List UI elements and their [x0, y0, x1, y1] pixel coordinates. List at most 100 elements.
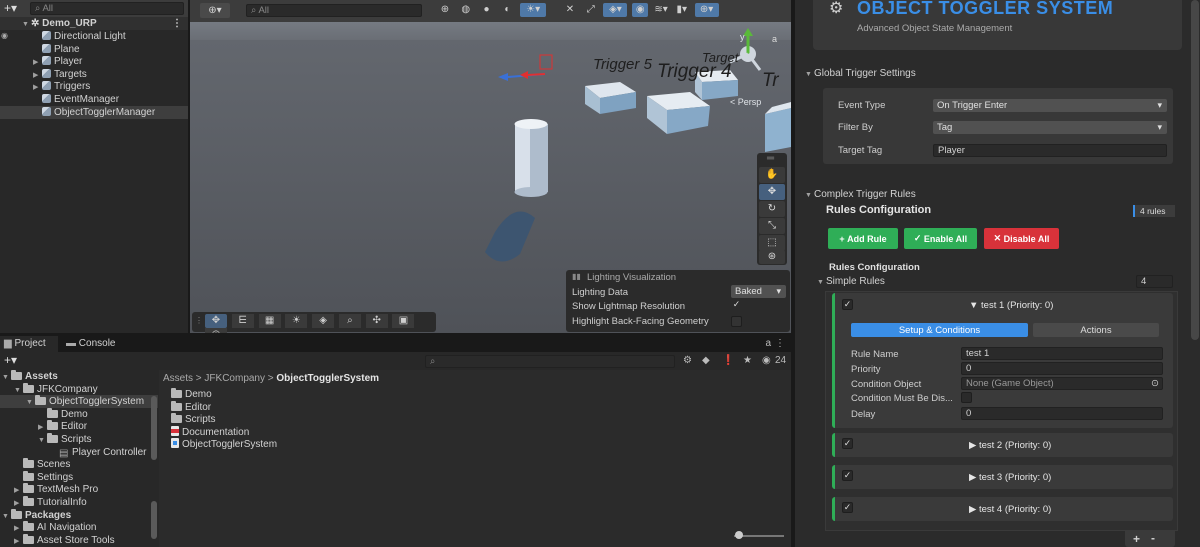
file-item[interactable]: Demo: [171, 388, 371, 401]
rule-1-enabled-checkbox[interactable]: ✓: [842, 299, 853, 310]
scene-search-input[interactable]: ⌕ All: [246, 4, 422, 17]
rule-name-field[interactable]: test 1: [961, 347, 1163, 360]
target-tag-field[interactable]: Player: [933, 144, 1167, 157]
file-item[interactable]: Documentation: [171, 425, 371, 439]
camera-icon[interactable]: ▮▾: [674, 3, 690, 17]
lighting-icon[interactable]: ☀▾: [520, 3, 547, 17]
filter-icon[interactable]: ⚙: [683, 355, 692, 366]
visibility-icon[interactable]: ◉: [1, 31, 8, 40]
filter-by-dropdown[interactable]: Tag: [933, 121, 1167, 134]
hierarchy-search-input[interactable]: ⌕ All: [30, 2, 184, 15]
overlay-grip-icon[interactable]: ═: [767, 153, 774, 164]
rule-4-enabled-checkbox[interactable]: ✓: [842, 502, 853, 513]
audio-icon[interactable]: ⤢: [583, 3, 599, 17]
priority-field[interactable]: 0: [961, 362, 1163, 375]
object-picker-icon[interactable]: ⊙: [1151, 378, 1159, 389]
tab-actions[interactable]: Actions: [1033, 323, 1159, 337]
foldout-arrow-icon[interactable]: ▼: [805, 192, 814, 199]
label-icon[interactable]: ◆: [702, 355, 710, 366]
project-search-input[interactable]: ⌕: [425, 355, 675, 368]
breadcrumb-item[interactable]: Assets: [163, 373, 193, 384]
breadcrumb-item[interactable]: JFKCompany: [204, 373, 265, 384]
gizmo-2d-icon[interactable]: ✕: [562, 3, 578, 17]
project-tree-item[interactable]: ▶ TutorialInfo: [0, 496, 158, 509]
scene-row[interactable]: ▼ ✲ Demo_URP ⋮: [0, 17, 188, 30]
add-icon[interactable]: +▾: [4, 353, 17, 367]
zoom-slider-handle[interactable]: [735, 531, 743, 539]
rule-2-box[interactable]: ✓ ▶ test 2 (Priority: 0): [832, 433, 1173, 457]
kebab-menu-icon[interactable]: ⋮: [775, 338, 785, 349]
rotate-tool-icon[interactable]: ↻: [759, 201, 785, 217]
remove-item-button[interactable]: -: [1151, 531, 1155, 545]
file-item[interactable]: Scripts: [171, 413, 371, 426]
file-item[interactable]: ObjectTogglerSystem: [171, 438, 371, 451]
add-rule-button[interactable]: + Add Rule: [828, 228, 898, 249]
lock-icon[interactable]: a: [772, 34, 777, 44]
tab-setup-conditions[interactable]: Setup & Conditions: [851, 323, 1028, 337]
expand-arrow-icon[interactable]: ▶: [14, 535, 23, 547]
debug-tool-icon[interactable]: ☀: [285, 314, 308, 328]
rule-2-enabled-checkbox[interactable]: ✓: [842, 438, 853, 449]
project-tree-item[interactable]: ▶ Asset Store Tools: [0, 533, 158, 547]
move-tool-icon[interactable]: ✥: [205, 314, 227, 328]
add-item-button[interactable]: +: [1133, 532, 1140, 546]
project-tree-item[interactable]: ▶ AI Navigation: [0, 521, 158, 534]
file-item[interactable]: Editor: [171, 400, 371, 414]
complex-trigger-header[interactable]: ▼ Complex Trigger Rules: [805, 189, 916, 200]
tab-console[interactable]: ▬ Console: [62, 336, 122, 352]
overlay-grip-icon[interactable]: ▮▮: [572, 272, 581, 281]
hierarchy-item[interactable]: ▶ Player: [0, 55, 188, 68]
hierarchy-item[interactable]: Directional Light: [0, 30, 188, 43]
project-tree-item[interactable]: ▶ Editor: [0, 420, 158, 433]
lightmap-resolution-checkbox[interactable]: ✓: [731, 300, 742, 311]
rule-1-title[interactable]: ▼ test 1 (Priority: 0): [969, 300, 1053, 311]
hierarchy-item[interactable]: ObjectTogglerManager: [0, 105, 188, 119]
condition-disabled-checkbox[interactable]: [961, 392, 972, 403]
rule-3-enabled-checkbox[interactable]: ✓: [842, 470, 853, 481]
project-tree-item[interactable]: Scenes: [0, 458, 158, 471]
warning-icon[interactable]: ❗: [722, 355, 734, 366]
search-tool-icon[interactable]: ⌕: [338, 314, 361, 328]
grid-tool-icon[interactable]: ▦: [258, 314, 281, 328]
backface-checkbox[interactable]: [731, 316, 742, 327]
overlay-grip-icon[interactable]: ⋮: [195, 316, 203, 325]
project-tree-item[interactable]: ▼ ObjectTogglerSystem: [0, 395, 158, 409]
project-tree-item[interactable]: ▼ Assets: [0, 370, 158, 383]
disable-all-button[interactable]: ✕ Disable All: [984, 228, 1059, 249]
add-icon[interactable]: +▾: [4, 1, 17, 15]
project-tree-item[interactable]: Demo: [0, 407, 158, 421]
unlit-icon[interactable]: ◐: [499, 3, 515, 17]
rect-tool-icon[interactable]: ⬚: [759, 235, 785, 251]
global-icon[interactable]: ⊕: [437, 3, 453, 17]
tools-dropdown[interactable]: ⊕▾: [200, 3, 230, 18]
eye-icon[interactable]: ◉: [762, 355, 771, 366]
tree-scrollbar[interactable]: [151, 396, 157, 460]
delay-field[interactable]: 0: [961, 407, 1163, 420]
project-tree-item[interactable]: ▼ Scripts: [0, 433, 158, 446]
hierarchy-item[interactable]: ▶ Targets: [0, 68, 188, 81]
move-tool-icon[interactable]: ✥: [759, 184, 785, 200]
persp-label[interactable]: < Persp: [730, 97, 761, 107]
project-tree-item[interactable]: ▼ JFKCompany: [0, 382, 158, 396]
foldout-arrow-icon[interactable]: ▼: [817, 279, 826, 286]
rule-4-box[interactable]: ✓ ▶ test 4 (Priority: 0): [832, 497, 1173, 521]
hand-tool-icon[interactable]: ✋: [759, 167, 785, 183]
visibility-icon[interactable]: ◉: [632, 3, 649, 17]
event-type-dropdown[interactable]: On Trigger Enter: [933, 99, 1167, 112]
project-tree-item[interactable]: Settings: [0, 470, 158, 484]
hierarchy-item[interactable]: Plane: [0, 43, 188, 56]
kebab-menu-icon[interactable]: ⋮: [172, 17, 182, 30]
layers-icon[interactable]: ≋▾: [653, 3, 669, 17]
hierarchy-item[interactable]: EventManager: [0, 93, 188, 106]
simple-rules-count-field[interactable]: 4: [1136, 275, 1173, 288]
transform-tool-icon[interactable]: ⊛: [759, 250, 785, 264]
global-trigger-header[interactable]: ▼ Global Trigger Settings: [805, 68, 916, 79]
project-tree-item[interactable]: ▼ Packages: [0, 508, 158, 522]
foldout-arrow-icon[interactable]: ▼: [805, 71, 814, 78]
scene-view[interactable]: ⊕▾ ⌕ All ⊕ ◍ ● ◐ ☀▾ ✕ ⤢ ◈▾ ◉ ≋▾ ▮▾ ⊕▾ Tr…: [190, 0, 791, 333]
inspector-scrollbar[interactable]: [1191, 0, 1199, 340]
align-tool-icon[interactable]: ⋿: [231, 314, 254, 328]
rule-3-title[interactable]: ▶ test 3 (Priority: 0): [969, 472, 1051, 483]
lock-icon[interactable]: a: [765, 338, 771, 349]
compass-tool-icon[interactable]: ◎: [205, 328, 227, 333]
